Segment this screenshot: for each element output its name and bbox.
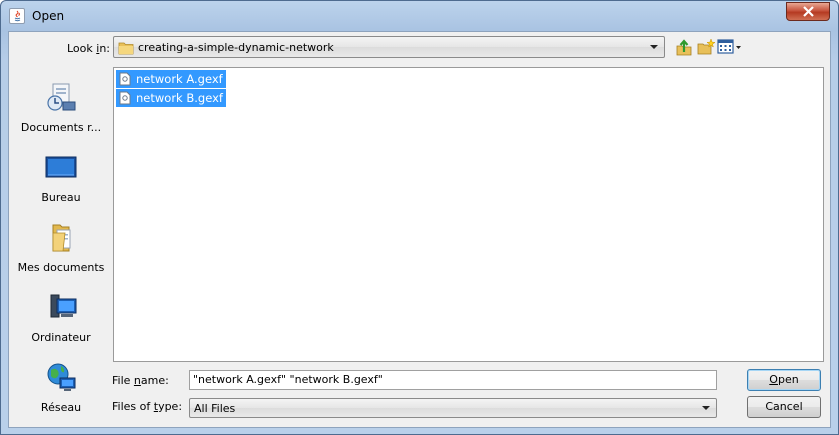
place-label: Documents r... [20, 121, 102, 134]
new-folder-icon [697, 38, 716, 55]
cancel-button[interactable]: Cancel [747, 396, 821, 418]
place-label: Ordinateur [31, 331, 91, 344]
place-label: Mes documents [17, 261, 105, 274]
file-name: network B.gexf [136, 91, 223, 105]
places-bar: Documents r... Bureau Mes documents Ordi… [15, 65, 107, 425]
title-bar[interactable]: Open [1, 1, 838, 31]
look-in-value: creating-a-simple-dynamic-network [138, 41, 334, 54]
place-network[interactable]: Réseau [15, 355, 107, 421]
computer-icon [50, 294, 77, 318]
close-icon [803, 6, 814, 17]
list-item[interactable]: network B.gexf [116, 89, 226, 107]
file-type-combo[interactable]: All Files [189, 398, 717, 418]
dialog-body: Look in: creating-a-simple-dynamic-netwo… [8, 31, 831, 428]
file-icon [119, 72, 131, 86]
place-label: Bureau [41, 191, 81, 204]
new-folder-button[interactable] [697, 38, 716, 56]
file-type-value: All Files [194, 402, 236, 415]
folder-icon [118, 42, 134, 55]
my-documents-icon [52, 224, 71, 252]
chevron-down-icon [702, 406, 710, 410]
file-name-label: File name: [112, 374, 169, 387]
look-in-label: Look in: [67, 42, 111, 55]
up-one-level-button[interactable] [675, 38, 693, 56]
place-label: Réseau [40, 401, 82, 414]
window-title: Open [32, 9, 65, 23]
file-icon [119, 91, 131, 105]
java-app-icon [9, 8, 25, 24]
list-item[interactable]: network A.gexf [116, 70, 226, 88]
desktop-icon [45, 156, 77, 178]
close-button[interactable] [786, 2, 830, 21]
file-name: network A.gexf [136, 72, 223, 86]
view-menu-button[interactable] [717, 38, 743, 56]
place-recent-documents[interactable]: Documents r... [15, 75, 107, 141]
place-desktop[interactable]: Bureau [15, 145, 107, 211]
up-one-level-icon [676, 39, 692, 56]
open-button[interactable]: Open [747, 369, 821, 391]
file-name-input[interactable]: "network A.gexf" "network B.gexf" [189, 370, 717, 390]
recent-documents-icon [47, 83, 76, 111]
chevron-down-icon [650, 45, 658, 49]
view-menu-icon [717, 39, 741, 54]
look-in-combo[interactable]: creating-a-simple-dynamic-network [113, 36, 665, 58]
network-icon [47, 363, 76, 391]
place-computer[interactable]: Ordinateur [15, 285, 107, 351]
place-my-documents[interactable]: Mes documents [15, 215, 107, 281]
open-dialog: Open Look in: creating-a-simple-dynamic-… [0, 0, 839, 435]
file-type-label: Files of type: [112, 400, 183, 413]
file-list[interactable]: network A.gexf network B.gexf [113, 67, 824, 362]
